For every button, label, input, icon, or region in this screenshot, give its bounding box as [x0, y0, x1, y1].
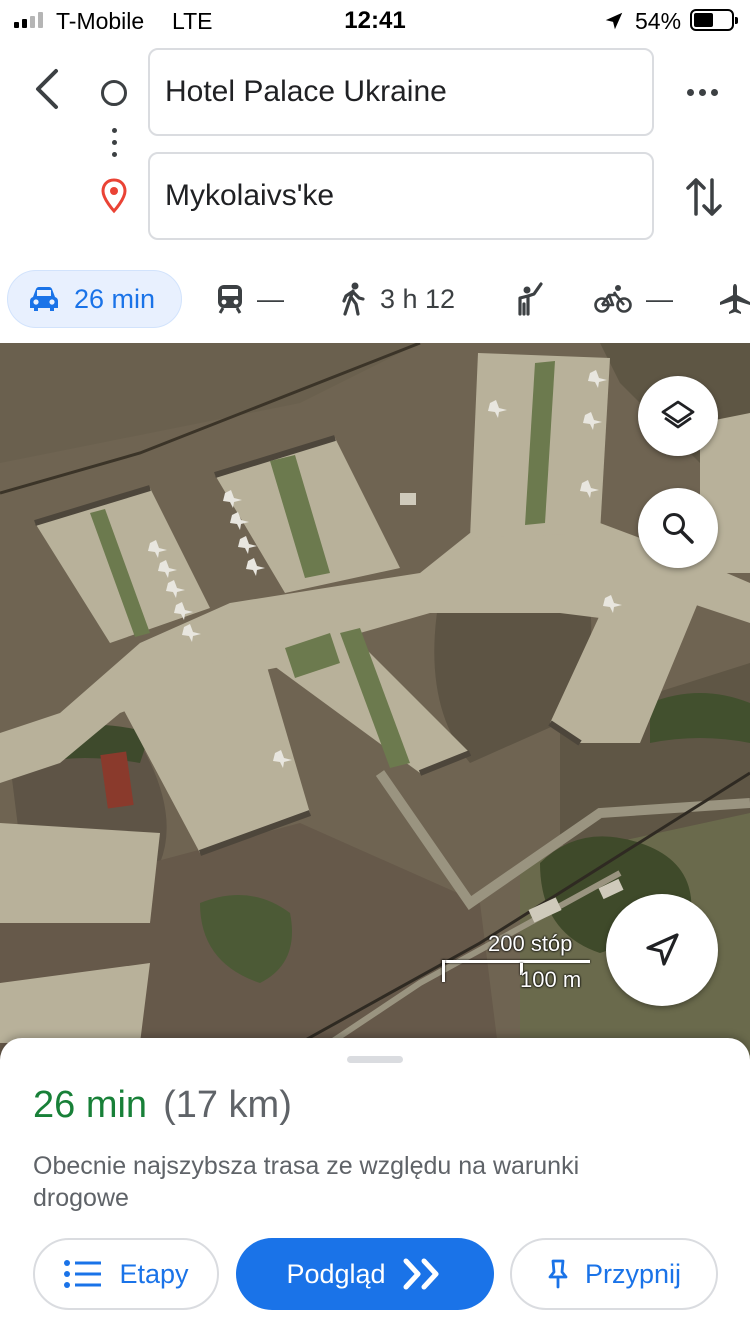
transit-time: — — [257, 283, 284, 314]
cycling-time: — — [646, 283, 673, 314]
search-icon — [663, 513, 694, 544]
preview-button[interactable]: Podgląd — [236, 1238, 494, 1310]
destination-input[interactable]: Mykolaivs'ke — [148, 152, 654, 240]
map-search-button[interactable] — [638, 488, 718, 568]
back-arrow-icon — [36, 69, 58, 109]
train-icon — [218, 285, 242, 314]
mode-flight-tab[interactable] — [718, 270, 750, 328]
driving-time: 26 min — [74, 283, 156, 314]
battery-icon — [690, 9, 738, 31]
swap-route-button[interactable] — [680, 172, 728, 222]
battery-percent: 54% — [635, 8, 682, 34]
scale-imperial: 200 stóp — [488, 931, 573, 956]
scale-metric: 100 m — [520, 967, 582, 992]
map-layers-button[interactable] — [638, 376, 718, 456]
route-summary-sheet[interactable]: 26 min (17 km) Obecnie najszybsza trasa … — [0, 1038, 750, 1334]
walking-time: 3 h 12 — [380, 283, 456, 314]
route-connector-icon — [112, 128, 117, 157]
location-services-icon — [605, 12, 623, 30]
navigation-arrow-icon — [646, 933, 679, 966]
scale-bar — [442, 960, 590, 963]
eta-distance: (17 km) — [163, 1084, 292, 1126]
status-bar: T-Mobile LTE 12:41 54% — [0, 0, 750, 42]
mode-transit-tab[interactable]: — — [217, 270, 284, 328]
steps-label: Etapy — [119, 1258, 189, 1289]
layers-icon — [661, 400, 695, 429]
satellite-map[interactable]: 200 stóp 100 m — [0, 343, 750, 1063]
more-options-button[interactable] — [680, 72, 724, 112]
eta-duration: 26 min — [33, 1084, 148, 1126]
hail-ride-icon — [518, 282, 543, 316]
route-description: Obecnie najszybsza trasa ze względu na w… — [33, 1152, 580, 1212]
mode-rideshare-tab[interactable] — [514, 270, 544, 328]
scale-tick-left — [442, 960, 445, 982]
destination-pin-icon — [101, 178, 127, 214]
double-chevron-icon — [403, 1258, 439, 1290]
pin-icon — [548, 1259, 568, 1289]
my-location-button[interactable] — [606, 894, 718, 1006]
sheet-drag-handle[interactable] — [347, 1056, 403, 1063]
car-icon — [30, 287, 58, 311]
bicycle-icon — [594, 285, 632, 313]
pin-label: Przypnij — [584, 1258, 682, 1289]
walking-icon — [342, 282, 365, 316]
mode-driving-tab[interactable]: 26 min — [7, 270, 182, 328]
route-eta: 26 min (17 km) — [33, 1084, 292, 1127]
travel-mode-bar: 26 min — 3 h 12 — — [0, 270, 750, 330]
origin-input[interactable]: Hotel Palace Ukraine — [148, 48, 654, 136]
list-icon — [64, 1260, 102, 1288]
map-scale: 200 stóp 100 m — [440, 931, 600, 992]
airplane-icon — [720, 284, 750, 314]
steps-button[interactable]: Etapy — [33, 1238, 219, 1310]
mode-walking-tab[interactable]: 3 h 12 — [340, 270, 455, 328]
origin-circle-icon — [101, 80, 127, 106]
mode-cycling-tab[interactable]: — — [594, 270, 673, 328]
preview-label: Podgląd — [286, 1258, 386, 1289]
pin-button[interactable]: Przypnij — [510, 1238, 718, 1310]
back-button[interactable] — [22, 62, 72, 116]
